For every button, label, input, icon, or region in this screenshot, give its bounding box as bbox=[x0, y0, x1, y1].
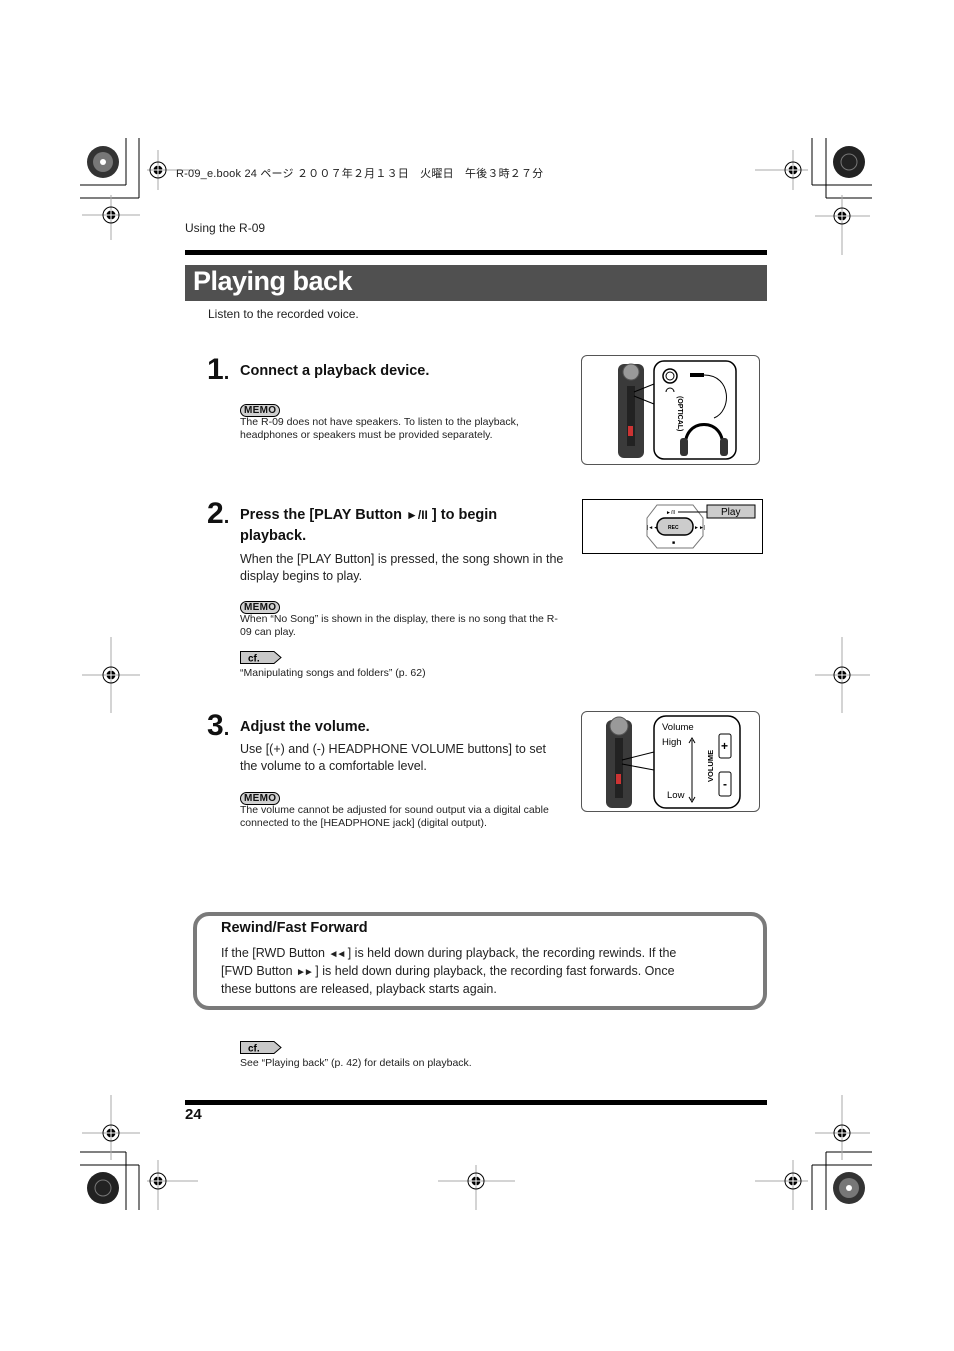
step-2-memo: When “No Song” is shown in the display, … bbox=[240, 613, 558, 638]
rwd-button-label: |◄◄ bbox=[647, 525, 658, 531]
page-title: Playing back bbox=[193, 266, 353, 296]
bottom-rule bbox=[185, 1100, 767, 1105]
register-target-cross bbox=[153, 1176, 163, 1186]
register-target-cross bbox=[471, 1176, 481, 1186]
cf-tag-icon: cf. bbox=[240, 651, 282, 665]
step-number-text: 2 bbox=[207, 497, 224, 530]
play-callout-label: Play bbox=[721, 507, 740, 518]
footer-cf-reference[interactable]: See “Playing back” (p. 42) for details o… bbox=[240, 1057, 472, 1070]
starburst-top-left bbox=[87, 146, 119, 178]
rec-button-label: REC bbox=[668, 525, 679, 531]
top-rule bbox=[185, 250, 767, 255]
stop-button-label: ■ bbox=[672, 540, 675, 546]
step-2-number: 2. bbox=[207, 497, 230, 530]
print-job-line: R-09_e.book 24 ページ ２００７年２月１３日 火曜日 午後３時２７… bbox=[176, 168, 544, 180]
step-3-memo: The volume cannot be adjusted for sound … bbox=[240, 804, 549, 829]
register-target-cross bbox=[837, 1128, 847, 1138]
register-target-cross bbox=[788, 1176, 798, 1186]
volume-title: Volume bbox=[662, 722, 694, 733]
step-1-number: 1. bbox=[207, 353, 230, 386]
step-number-text: 3 bbox=[207, 709, 224, 742]
starburst-top-right bbox=[833, 146, 865, 178]
step-3-number: 3. bbox=[207, 709, 230, 742]
running-header: Using the R-09 bbox=[185, 221, 266, 235]
play-pause-button-label: ►/II bbox=[666, 510, 675, 516]
step-3-heading: Adjust the volume. bbox=[240, 719, 370, 735]
figure-volume: Volume High Low VOLUME + - bbox=[581, 711, 760, 812]
rewind-icon: ◄◄ bbox=[328, 949, 346, 960]
figure-play-button: REC ►/II |◄◄ ►►| ■ Play bbox=[582, 499, 763, 554]
fwd-button-label: ►►| bbox=[694, 525, 705, 531]
section-intro: Listen to the recorded voice. bbox=[208, 307, 359, 321]
figure-connect-headphones: (OPTICAL) bbox=[581, 355, 760, 465]
optical-label: (OPTICAL) bbox=[676, 396, 683, 431]
cf-tag-icon: cf. bbox=[240, 1041, 282, 1055]
page-number: 24 bbox=[185, 1106, 202, 1123]
step-3-body: Use [(+) and (-) HEADPHONE VOLUME button… bbox=[240, 742, 546, 773]
volume-high-label: High bbox=[662, 737, 682, 748]
tip-box-body: If the [RWD Button ◄◄ ] is held down dur… bbox=[221, 945, 741, 998]
fast-forward-icon: ►► bbox=[296, 967, 314, 978]
step-1-memo: The R-09 does not have speakers. To list… bbox=[240, 416, 519, 441]
control-pad-illustration: REC ►/II |◄◄ ►►| ■ Play bbox=[646, 504, 756, 549]
step-2-cf-reference[interactable]: “Manipulating songs and folders” (p. 62) bbox=[240, 667, 426, 680]
register-target-cross bbox=[106, 670, 116, 680]
volume-side-label: VOLUME bbox=[706, 750, 715, 782]
starburst-bottom-right bbox=[833, 1172, 865, 1204]
step-2-heading: Press the [PLAY Button ►/II ] to begin p… bbox=[240, 505, 560, 547]
tip-line-2: [FWD Button ►► ] is held down during pla… bbox=[221, 963, 741, 981]
tip-line-3: these buttons are released, playback sta… bbox=[221, 982, 497, 996]
crop-marks bbox=[80, 138, 872, 1210]
tip-text: If the [RWD Button bbox=[221, 946, 329, 960]
register-target-cross bbox=[153, 165, 163, 175]
tip-line-1: If the [RWD Button ◄◄ ] is held down dur… bbox=[221, 945, 741, 963]
register-target-cross bbox=[837, 211, 847, 221]
tip-box-heading: Rewind/Fast Forward bbox=[221, 920, 368, 936]
register-targets bbox=[82, 150, 870, 1210]
step-2-body: When the [PLAY Button] is pressed, the s… bbox=[240, 552, 564, 583]
tip-text: [FWD Button bbox=[221, 964, 297, 978]
step-1-heading: Connect a playback device. bbox=[240, 363, 430, 379]
register-target-cross bbox=[788, 165, 798, 175]
volume-minus-button: - bbox=[723, 777, 727, 791]
register-target-cross bbox=[106, 210, 116, 220]
volume-low-label: Low bbox=[667, 790, 685, 801]
register-target-cross bbox=[106, 1128, 116, 1138]
volume-buttons-illustration: Volume High Low VOLUME + - bbox=[606, 715, 741, 809]
tip-text: ] is held down during playback, the reco… bbox=[344, 946, 677, 960]
tip-text: ] is held down during playback, the reco… bbox=[311, 964, 675, 978]
cf-label: cf. bbox=[248, 1044, 260, 1055]
play-pause-icon: ►/II bbox=[405, 508, 428, 522]
cf-label: cf. bbox=[248, 654, 260, 665]
volume-plus-button: + bbox=[721, 739, 728, 753]
heading-text: Press the [PLAY Button bbox=[240, 507, 406, 523]
starburst-bottom-left bbox=[87, 1172, 119, 1204]
headphone-connection-illustration: (OPTICAL) bbox=[618, 360, 737, 460]
step-number-text: 1 bbox=[207, 353, 224, 386]
register-target-cross bbox=[837, 670, 847, 680]
